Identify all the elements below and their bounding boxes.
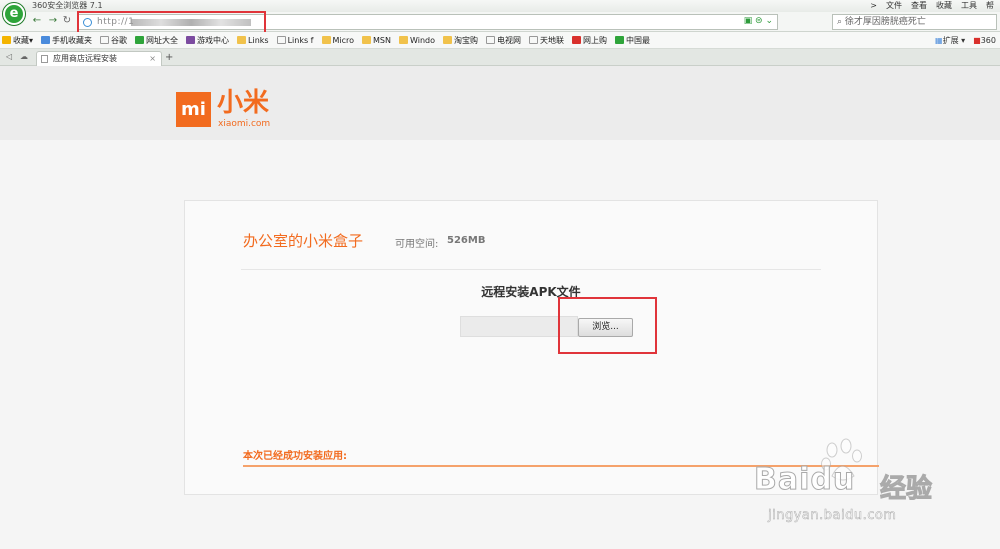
360-button[interactable]: ■360 (973, 32, 996, 49)
menu-arrow[interactable]: > (870, 0, 877, 12)
browser-logo-icon[interactable]: e (3, 3, 25, 25)
menu-view[interactable]: 查看 (911, 0, 927, 12)
bookmark-sites[interactable]: 网址大全 (135, 35, 178, 46)
menu-file[interactable]: 文件 (886, 0, 902, 12)
tab-list-icon[interactable]: ◁ (6, 52, 12, 61)
page-icon (276, 36, 286, 44)
tab-title: 应用商店远程安装 (53, 54, 117, 63)
tab-bar: ◁ ☁ 应用商店远程安装 × + (0, 49, 1000, 66)
search-text: 徐才厚因膀胱癌死亡 (844, 17, 926, 27)
site-icon (615, 36, 624, 44)
search-box[interactable]: ⌕ 徐才厚因膀胱癌死亡 (832, 14, 997, 30)
space-label: 可用空间: (395, 239, 439, 250)
globe-icon (135, 36, 145, 44)
extensions-icon: ▦ (935, 36, 943, 45)
new-tab-icon[interactable]: + (165, 52, 173, 63)
reader-mode-icon[interactable]: ▣ ⊜ ⌄ (744, 16, 773, 26)
bookmark-tv[interactable]: 电视网 (486, 35, 521, 46)
logo-domain: xiaomi.com (218, 119, 271, 129)
bookmarks-bar: 收藏 ▾ 手机收藏夹 谷歌 网址大全 游戏中心 Links Links f Mic… (0, 32, 1000, 49)
star-icon (2, 36, 11, 44)
extensions-button[interactable]: ▦扩展 ▾ (935, 32, 965, 49)
folder-icon (321, 36, 331, 44)
folder-icon (399, 36, 408, 44)
tab-remote-install[interactable]: 应用商店远程安装 × (36, 51, 162, 66)
mi-logo[interactable]: mi (176, 92, 211, 127)
folder-icon (362, 36, 372, 44)
install-title: 远程安装APK文件 (481, 285, 581, 299)
bookmark-links[interactable]: Links (237, 36, 269, 45)
bookmark-google[interactable]: 谷歌 (100, 35, 127, 46)
device-name: 办公室的小米盒子 (243, 232, 364, 250)
logo-text[interactable]: 小米 (217, 88, 269, 118)
page-header: mi 小米 xiaomi.com (0, 66, 1000, 140)
close-icon[interactable]: × (149, 52, 156, 65)
bookmark-mobile[interactable]: 手机收藏夹 (41, 35, 92, 46)
phone-icon (41, 36, 51, 44)
bookmark-taobao[interactable]: 淘宝购 (443, 35, 478, 46)
bookmark-china[interactable]: 中国最 (615, 35, 650, 46)
page-icon (41, 55, 48, 63)
folder-icon (443, 36, 452, 44)
folder-icon (237, 36, 247, 44)
browser-menu: > 文件 查看 收藏 工具 帮 (870, 0, 994, 12)
watermark-brand: Baidu (753, 462, 856, 498)
space-value: 526MB (447, 235, 486, 246)
page-icon (486, 36, 495, 44)
bookmark-msn[interactable]: MSN (362, 36, 391, 45)
browse-highlight-box (558, 297, 657, 354)
bookmark-links-f[interactable]: Links f (276, 36, 314, 45)
back-icon[interactable]: ← (30, 14, 44, 28)
menu-tools[interactable]: 工具 (961, 0, 977, 12)
watermark-jingyan: 经验 (879, 474, 933, 505)
search-icon: ⌕ (837, 17, 843, 27)
360-icon: ■ (973, 36, 981, 45)
bookmark-tiandi[interactable]: 天地联 (529, 35, 564, 46)
shop-icon (572, 36, 581, 44)
bookmark-favorites[interactable]: 收藏 ▾ (2, 35, 33, 46)
success-label: 本次已经成功安装应用: (243, 451, 347, 462)
forward-icon[interactable]: → (46, 14, 60, 28)
cloud-icon[interactable]: ☁ (20, 52, 28, 61)
watermark-url: jingyan.baidu.com (768, 508, 897, 524)
menu-help[interactable]: 帮 (986, 0, 994, 12)
bookmark-windo[interactable]: Windo (399, 36, 435, 45)
bookmarks-right: ▦扩展 ▾ ■360 (935, 32, 996, 49)
refresh-icon[interactable]: ↻ (60, 14, 74, 28)
bookmark-shopping[interactable]: 网上购 (572, 35, 607, 46)
page-icon (100, 36, 110, 44)
game-icon (186, 36, 196, 44)
page-icon (529, 36, 538, 44)
bookmark-games[interactable]: 游戏中心 (186, 35, 229, 46)
menu-favorites[interactable]: 收藏 (936, 0, 952, 12)
divider (241, 269, 821, 270)
install-card: 办公室的小米盒子 可用空间: 526MB 远程安装APK文件 浏览... 本次已… (184, 200, 879, 495)
bookmark-micro[interactable]: Micro (321, 36, 354, 45)
